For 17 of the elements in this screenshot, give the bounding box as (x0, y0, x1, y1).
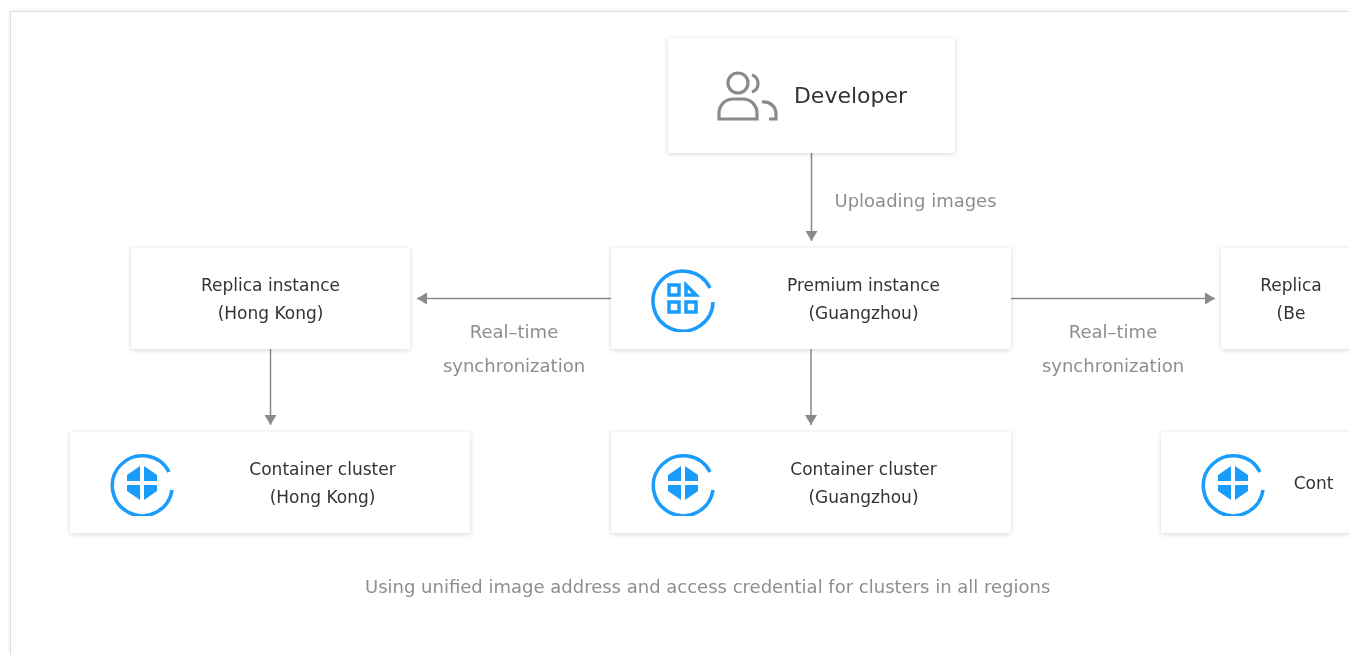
diagram-caption: Using unified image address and access credential for clusters in all regions (365, 576, 1051, 597)
node-label: (Hong Kong) (217, 302, 324, 323)
arrow-label: Real–time synchronization (441, 319, 587, 378)
node-label: (Guangzhou) (808, 302, 919, 323)
node-label: (Guangzhou) (808, 486, 919, 507)
arrow-label: Real–time synchronization (1040, 319, 1186, 378)
node-label: (Be (1276, 302, 1306, 323)
node-label: Premium instance (786, 274, 941, 295)
node-label: Container cluster (249, 458, 396, 479)
arrow-label: Uploading images (834, 189, 997, 213)
node-label: (Hong Kong) (269, 486, 376, 507)
users-icon (715, 69, 780, 122)
node-label: Replica instance (201, 274, 340, 295)
node-label: Cont (1293, 472, 1334, 493)
node-label: Replica (1260, 274, 1322, 295)
node-label: Container cluster (790, 458, 937, 479)
node-label: Developer (793, 85, 908, 106)
